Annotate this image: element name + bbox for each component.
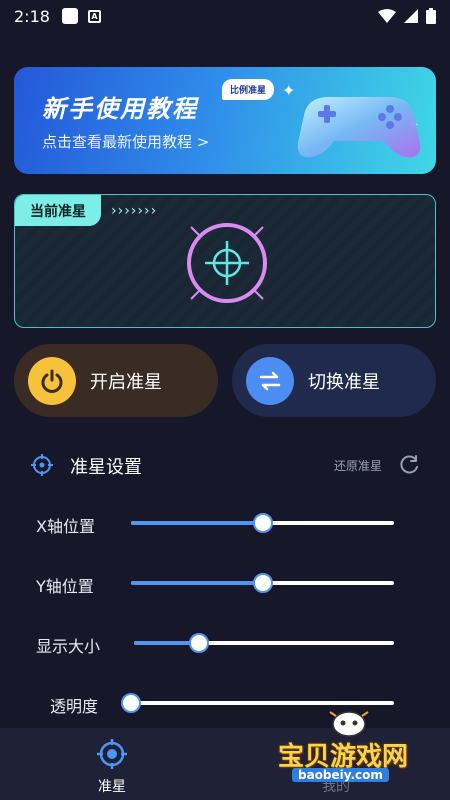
slider-label: 透明度 [50, 697, 99, 716]
slider-label: X轴位置 [36, 517, 95, 536]
banner-badge: 比例准星 [222, 79, 275, 100]
swap-icon [246, 356, 294, 405]
banner-title: 新手使用教程 [42, 95, 198, 123]
crosshair-settings-icon [31, 454, 53, 476]
status-time: 2:18 [14, 6, 50, 26]
nav-item-crosshair[interactable]: 准星 [98, 776, 126, 796]
slider-track[interactable] [121, 693, 394, 713]
refresh-icon[interactable] [398, 454, 420, 476]
tutorial-banner[interactable]: 新手使用教程 点击查看最新使用教程 > 比例准星 ✦ ✦ [14, 67, 436, 174]
chevrons-decoration: ››››››› [111, 203, 158, 219]
slider-display-size: 显示大小 [0, 628, 450, 658]
slider-track[interactable] [131, 513, 394, 533]
slider-fill [131, 521, 263, 525]
battery-icon [426, 8, 436, 24]
slider-knob[interactable] [189, 633, 209, 653]
slider-track[interactable] [131, 573, 394, 593]
slider-label: 显示大小 [36, 637, 101, 656]
nav-crosshair-icon[interactable] [96, 738, 128, 770]
current-crosshair-card: 当前准星 ››››››› [14, 194, 436, 328]
switch-crosshair-label: 切换准星 [308, 371, 380, 393]
start-crosshair-label: 开启准星 [90, 371, 162, 393]
slider-label: Y轴位置 [36, 577, 94, 596]
slider-knob[interactable] [252, 573, 273, 593]
signal-icon [404, 9, 418, 23]
mascot-logo-icon [329, 711, 369, 737]
watermark: 宝贝游戏网 baobeiy.com [278, 706, 428, 794]
notification-icon [61, 8, 78, 24]
slider-knob[interactable] [121, 693, 141, 713]
gamepad-icon [297, 96, 421, 158]
banner-subtitle: 点击查看最新使用教程 > [42, 133, 210, 151]
switch-crosshair-button[interactable]: 切换准星 [232, 344, 436, 417]
slider-x-position: X轴位置 [0, 508, 450, 538]
slider-track[interactable] [134, 633, 394, 653]
slider-y-position: Y轴位置 [0, 568, 450, 598]
crosshair-preview-icon [187, 223, 267, 303]
slider-knob[interactable] [252, 513, 273, 533]
current-crosshair-tag: 当前准星 [15, 195, 101, 226]
a-badge-icon: A [87, 9, 101, 23]
wifi-icon [378, 9, 396, 23]
restore-crosshair-button[interactable]: 还原准星 [334, 457, 382, 474]
power-icon [28, 356, 76, 405]
slider-fill [131, 581, 263, 585]
start-crosshair-button[interactable]: 开启准星 [14, 344, 218, 417]
settings-title: 准星设置 [70, 457, 142, 478]
watermark-url: baobeiy.com [292, 768, 389, 782]
status-bar: 2:18 A [0, 0, 450, 32]
